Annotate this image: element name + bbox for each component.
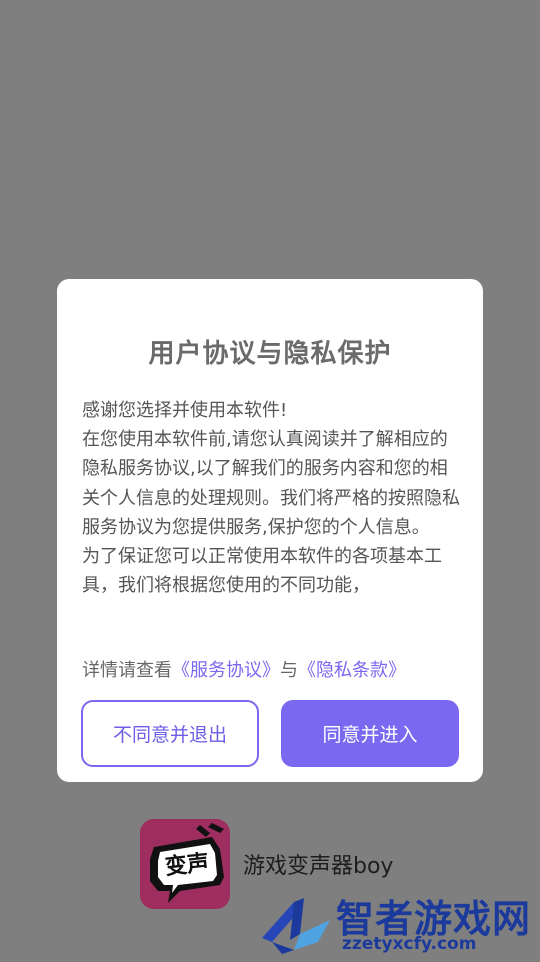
decline-exit-button[interactable]: 不同意并退出	[81, 700, 259, 767]
privacy-terms-link[interactable]: 《隐私条款》	[298, 660, 406, 681]
watermark-logo-icon	[258, 892, 334, 958]
speech-bubble-icon: 变声	[140, 819, 230, 909]
detail-joiner: 与	[280, 660, 298, 681]
dialog-body[interactable]: 感谢您选择并使用本软件! 在您使用本软件前,请您认真阅读并了解相应的隐私服务协议…	[82, 396, 462, 630]
app-icon-text: 变声	[164, 850, 210, 880]
body-paragraph: 为了保证您可以正常使用本软件的各项基本工具，我们将根据您使用的不同功能，	[82, 546, 442, 597]
watermark-url: zzetyxcfy.com	[342, 934, 477, 954]
app-name: 游戏变声器boy	[243, 854, 394, 879]
body-paragraph: 感谢您选择并使用本软件!	[82, 400, 288, 421]
dialog-title: 用户协议与隐私保护	[148, 339, 392, 369]
agree-enter-button[interactable]: 同意并进入	[281, 700, 459, 767]
body-paragraph: 在您使用本软件前,请您认真阅读并了解相应的隐私服务协议,以了解我们的服务内容和您…	[82, 429, 460, 538]
service-agreement-link[interactable]: 《服务协议》	[172, 660, 280, 681]
detail-line: 详情请查看《服务协议》与《隐私条款》	[82, 656, 472, 686]
app-icon: 变声	[140, 819, 230, 909]
detail-prefix: 详情请查看	[82, 660, 172, 681]
